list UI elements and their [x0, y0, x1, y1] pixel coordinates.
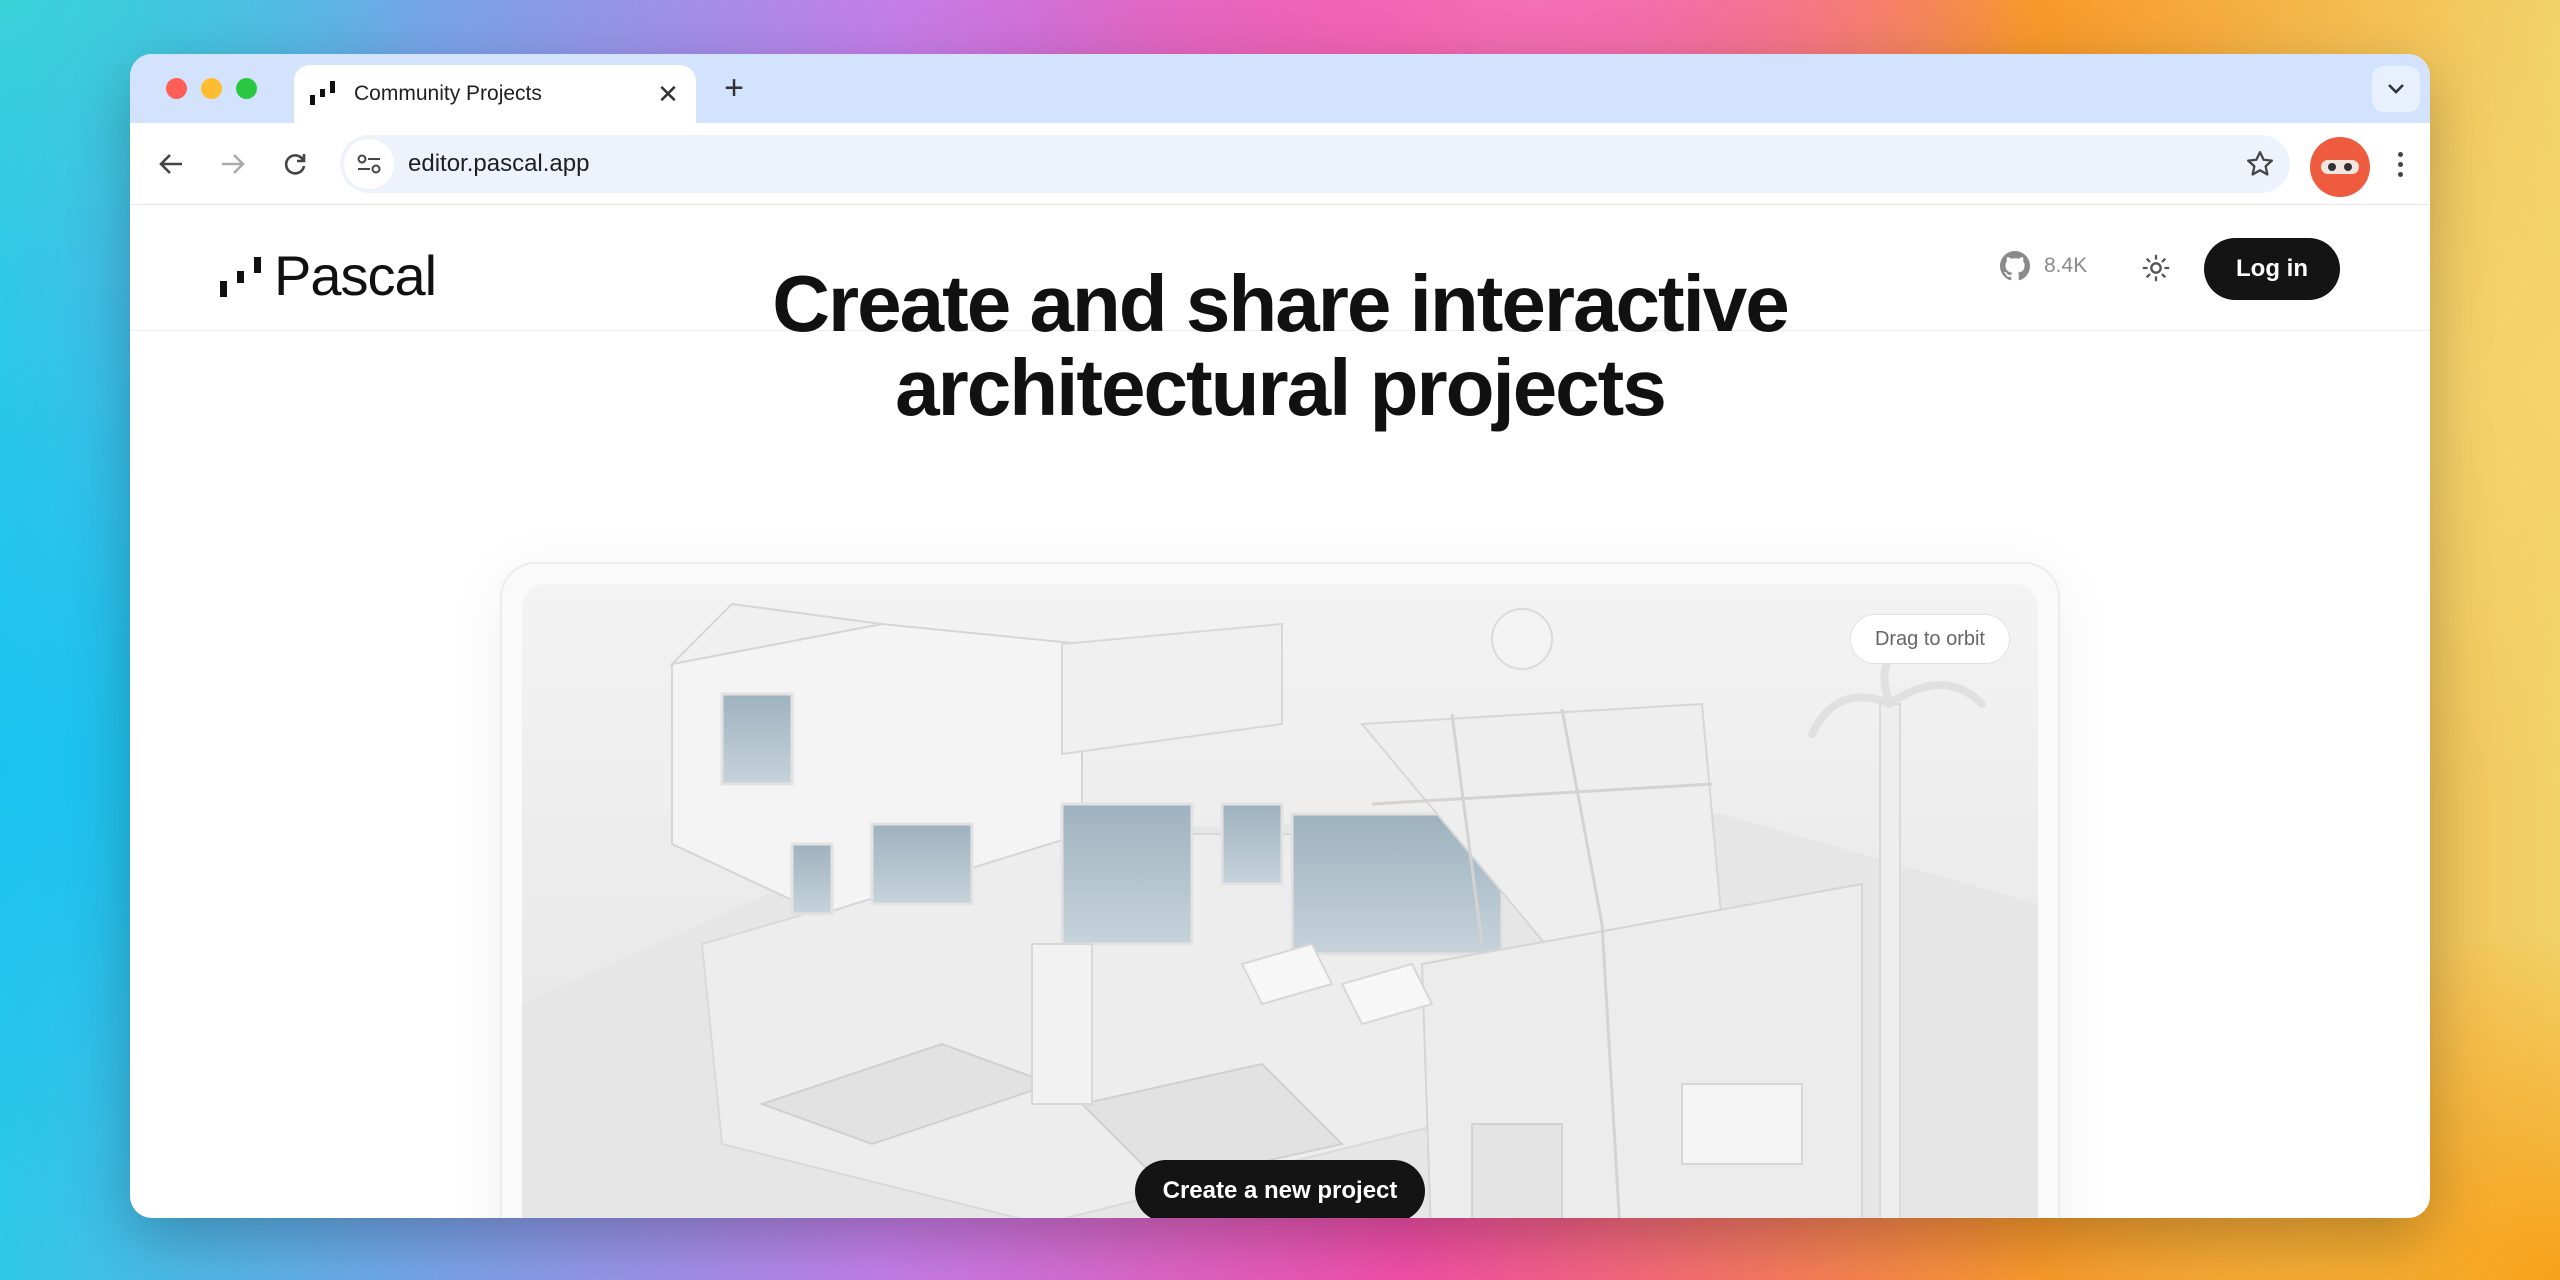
tab-community-projects[interactable]: Community Projects ✕: [294, 65, 696, 123]
house-model-render: [522, 602, 2038, 1218]
reload-icon: [284, 154, 306, 175]
site-info-icon[interactable]: [344, 139, 394, 189]
forward-button[interactable]: [214, 145, 252, 183]
drag-to-orbit-hint: Drag to orbit: [1849, 614, 2010, 664]
url-text[interactable]: editor.pascal.app: [408, 150, 2230, 178]
browser-menu-icon[interactable]: [2388, 145, 2412, 183]
profile-avatar[interactable]: [2310, 137, 2370, 197]
3d-viewport[interactable]: Drag to orbit: [522, 584, 2038, 1218]
arrow-left-icon: [159, 154, 182, 174]
hero-heading-line-1: Create and share interactive: [772, 259, 1790, 348]
reload-button[interactable]: [276, 145, 314, 183]
pascal-favicon-icon: [308, 81, 338, 107]
hero-heading-line-2: architectural projects: [895, 343, 1667, 432]
avatar-icon: [2321, 160, 2359, 174]
hero-heading: Create and share interactive architectur…: [130, 262, 2430, 430]
browser-window: Community Projects ✕ + editor.pascal.app: [130, 54, 2430, 1218]
browser-toolbar: editor.pascal.app: [130, 123, 2430, 205]
tab-bar: Community Projects ✕ +: [130, 54, 2430, 123]
address-bar[interactable]: editor.pascal.app: [340, 135, 2290, 193]
back-button[interactable]: [152, 145, 190, 183]
maximize-window-button[interactable]: [236, 78, 257, 99]
close-tab-icon[interactable]: ✕: [654, 79, 682, 110]
chevron-down-icon: [2388, 84, 2404, 94]
create-new-project-button[interactable]: Create a new project: [1135, 1160, 1425, 1218]
tab-search-button[interactable]: [2372, 66, 2420, 112]
hero: Create and share interactive architectur…: [130, 262, 2430, 430]
window-controls: [166, 78, 257, 99]
close-window-button[interactable]: [166, 78, 187, 99]
tab-title: Community Projects: [354, 82, 542, 105]
arrow-right-icon: [222, 154, 245, 174]
bookmark-star-icon[interactable]: [2230, 149, 2290, 179]
minimize-window-button[interactable]: [201, 78, 222, 99]
new-tab-button[interactable]: +: [714, 68, 754, 108]
